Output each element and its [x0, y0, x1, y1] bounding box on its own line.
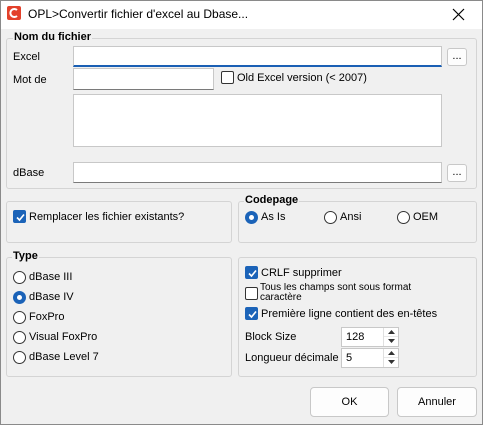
dbase-browse-button[interactable]: ...	[447, 164, 467, 182]
type-foxpro-label: FoxPro	[29, 311, 65, 323]
password-label: Mot de	[13, 74, 47, 86]
header-row-checkbox[interactable]	[245, 307, 258, 320]
type-dbase4-radio[interactable]	[13, 291, 26, 304]
arrow-down-icon	[388, 339, 395, 343]
crlf-checkbox[interactable]	[245, 266, 258, 279]
replace-files-label: Remplacer les fichier existants?	[29, 211, 185, 223]
type-visual-foxpro-radio[interactable]	[13, 331, 26, 344]
type-visual-foxpro-label: Visual FoxPro	[29, 331, 98, 343]
type-dbase7-radio[interactable]	[13, 351, 26, 364]
old-excel-label: Old Excel version (< 2007)	[237, 72, 367, 84]
decimal-length-label: Longueur décimale	[245, 352, 339, 364]
excel-path-input[interactable]	[73, 46, 442, 67]
header-row-label: Première ligne contient des en-têtes	[261, 308, 438, 320]
decimal-length-up-button[interactable]	[384, 349, 398, 358]
password-input[interactable]	[73, 68, 214, 90]
codepage-oem-label: OEM	[413, 211, 439, 223]
codepage-ansi-label: Ansi	[340, 211, 362, 223]
dialog-window: OPL>Convertir fichier d'excel au Dbase..…	[0, 0, 483, 425]
block-size-up-button[interactable]	[384, 328, 398, 337]
type-dbase7-label: dBase Level 7	[29, 351, 99, 363]
codepage-asis-radio[interactable]	[245, 211, 258, 224]
type-group-title: Type	[12, 250, 39, 262]
window-title: OPL>Convertir fichier d'excel au Dbase..…	[28, 7, 249, 21]
type-dbase3-label: dBase III	[29, 271, 73, 283]
file-name-group-title: Nom du fichier	[13, 31, 93, 43]
arrow-up-icon	[388, 330, 395, 334]
arrow-up-icon	[388, 351, 395, 355]
cancel-button[interactable]: Annuler	[397, 387, 477, 417]
type-dbase4-label: dBase IV	[29, 291, 74, 303]
type-dbase3-radio[interactable]	[13, 271, 26, 284]
text-fields-checkbox[interactable]	[245, 287, 258, 300]
codepage-ansi-radio[interactable]	[324, 211, 337, 224]
block-size-down-button[interactable]	[384, 337, 398, 346]
crlf-label: CRLF supprimer	[261, 267, 342, 279]
text-fields-label: Tous les champs sont sous format caractè…	[260, 283, 412, 303]
block-size-label: Block Size	[245, 331, 297, 343]
arrow-down-icon	[388, 360, 395, 364]
close-button[interactable]	[436, 1, 482, 29]
notes-textarea[interactable]	[73, 94, 442, 147]
decimal-length-spinner[interactable]: 5	[341, 348, 399, 368]
dbase-label: dBase	[13, 167, 45, 179]
block-size-spinner[interactable]: 128	[341, 327, 399, 347]
title-bar[interactable]: OPL>Convertir fichier d'excel au Dbase..…	[1, 1, 482, 29]
dbase-path-input[interactable]	[73, 162, 442, 183]
codepage-group-title: Codepage	[244, 194, 300, 206]
old-excel-checkbox[interactable]	[221, 71, 234, 84]
decimal-length-arrows	[383, 349, 398, 367]
excel-label: Excel	[13, 51, 40, 63]
codepage-asis-label: As Is	[261, 211, 286, 223]
decimal-length-down-button[interactable]	[384, 358, 398, 367]
type-foxpro-radio[interactable]	[13, 311, 26, 324]
codepage-oem-radio[interactable]	[397, 211, 410, 224]
block-size-arrows	[383, 328, 398, 346]
replace-files-checkbox[interactable]	[13, 210, 26, 223]
decimal-length-value: 5	[346, 352, 353, 364]
excel-browse-button[interactable]: ...	[447, 48, 467, 66]
app-logo-icon	[7, 6, 21, 20]
block-size-value: 128	[346, 331, 365, 343]
close-icon	[452, 8, 465, 21]
ok-button[interactable]: OK	[310, 387, 389, 417]
